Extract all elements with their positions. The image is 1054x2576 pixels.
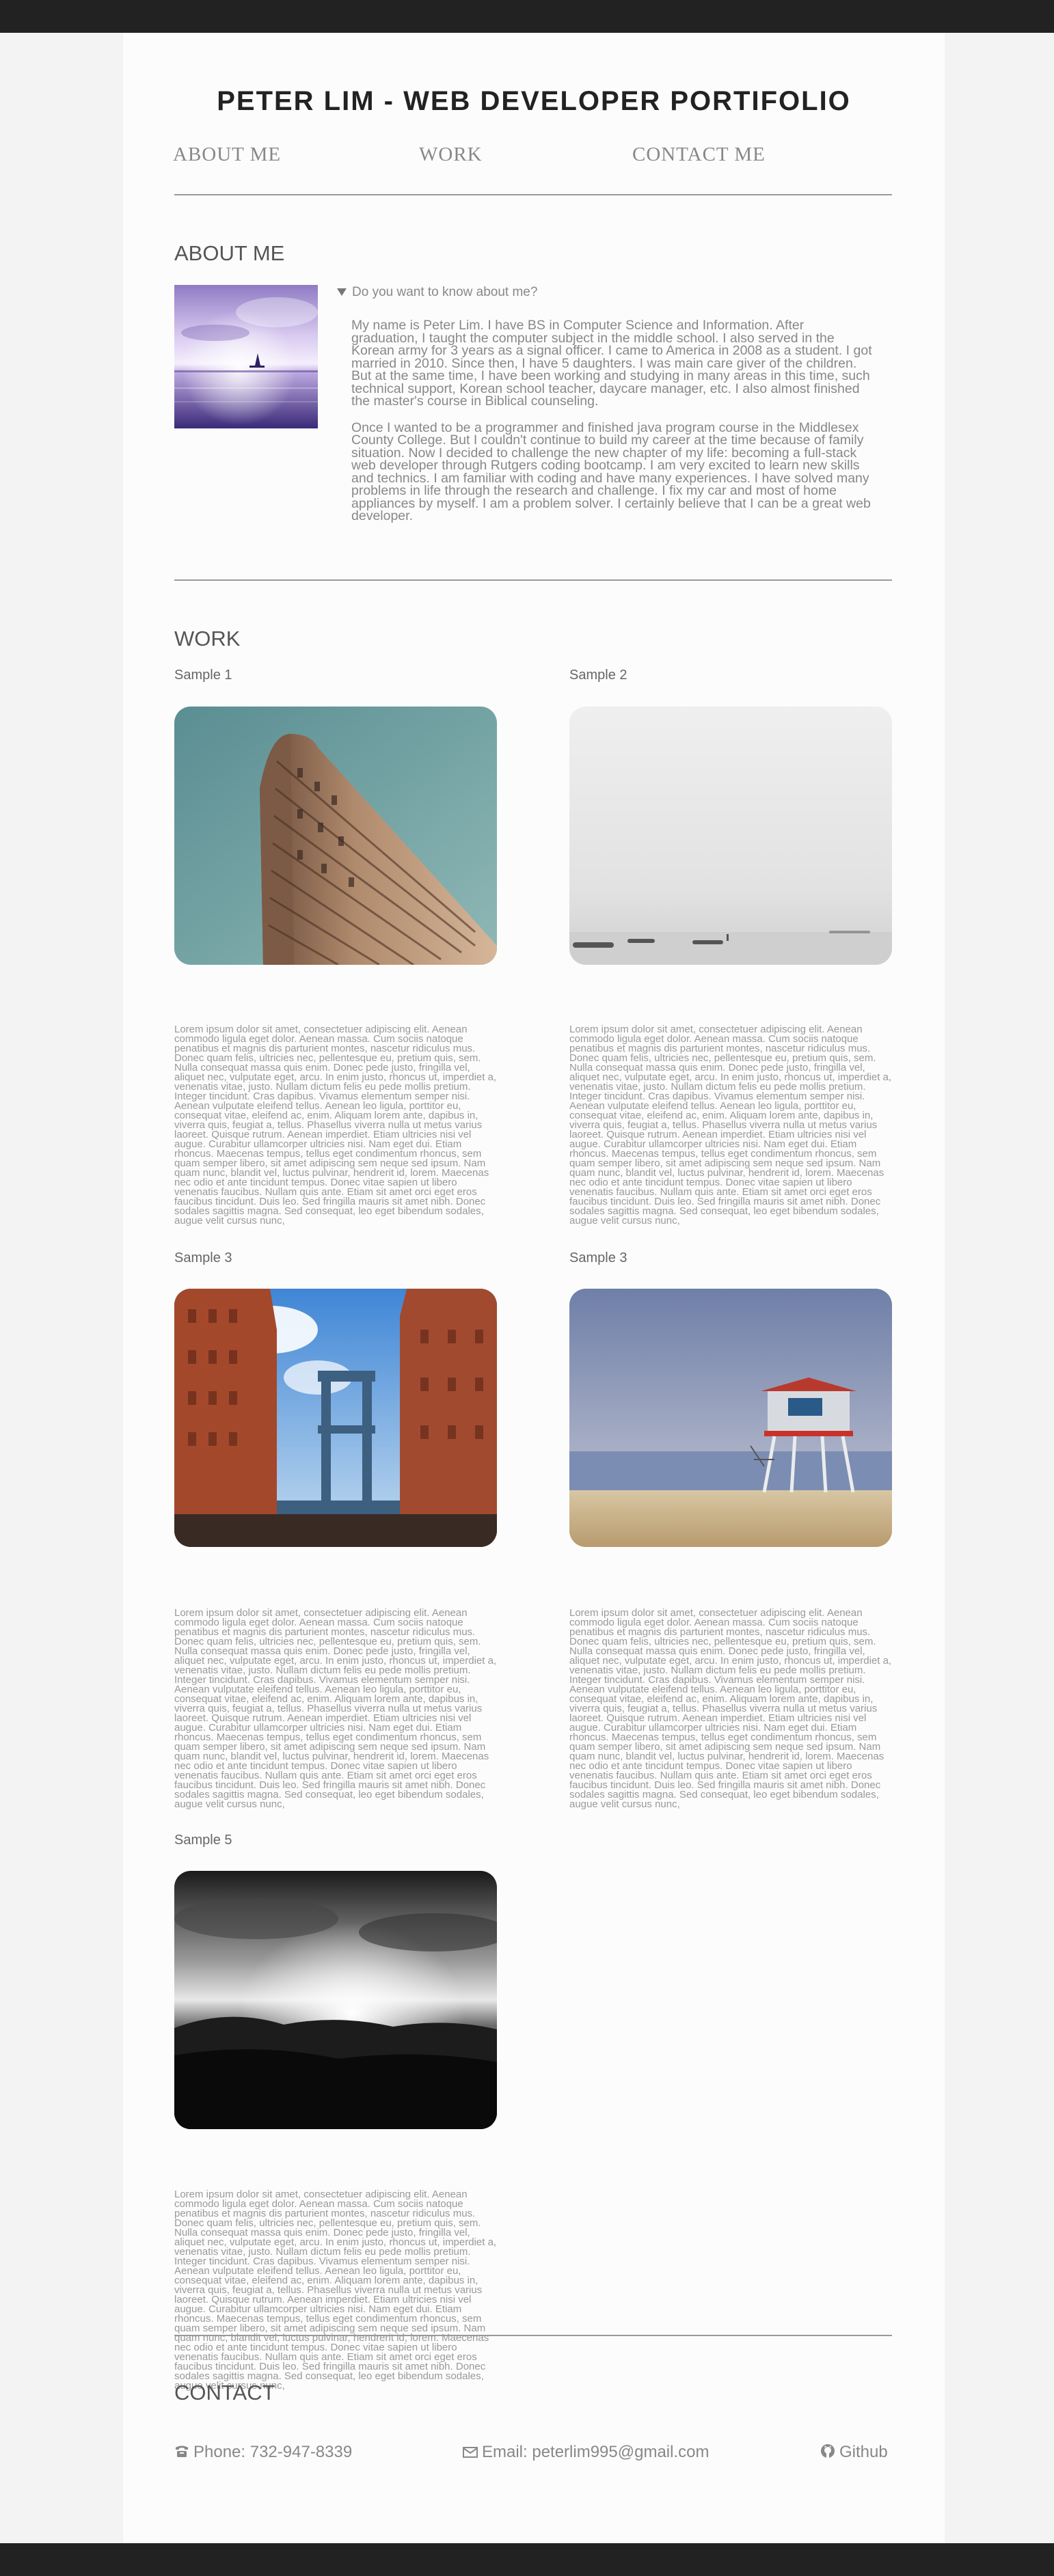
- sample-image[interactable]: [569, 1289, 892, 1547]
- work-heading: WORK: [174, 627, 241, 650]
- sample-description: Lorem ipsum dolor sit amet, consectetuer…: [174, 1607, 497, 1810]
- contact-email[interactable]: Email: peterlim995@gmail.com: [463, 2443, 709, 2462]
- misty-harbor-image: [569, 707, 892, 965]
- phone-icon: [176, 2445, 188, 2457]
- sample-label: Sample 5: [174, 1833, 232, 1848]
- contact-heading: CONTACT: [174, 2381, 275, 2404]
- github-icon: [821, 2444, 835, 2458]
- sample-description: Lorem ipsum dolor sit amet, consectetuer…: [569, 1024, 892, 1227]
- main-nav: ABOUT ME WORK CONTACT ME: [173, 143, 876, 171]
- about-question-label: Do you want to know about me?: [352, 285, 538, 299]
- bottom-bar: [0, 2543, 1054, 2576]
- sample-description: Lorem ipsum dolor sit amet, consectetuer…: [174, 1024, 497, 1227]
- contact-phone-label: Phone: 732-947-8339: [193, 2443, 353, 2461]
- sample-label: Sample 3: [174, 1250, 232, 1265]
- flatiron-building-image: [174, 707, 497, 965]
- sample-description: Lorem ipsum dolor sit amet, consectetuer…: [569, 1607, 892, 1810]
- divider: [174, 579, 892, 581]
- contact-github[interactable]: Github: [820, 2443, 888, 2462]
- about-paragraph: Once I wanted to be a programmer and fin…: [351, 420, 871, 523]
- about-disclosure-toggle[interactable]: Do you want to know about me?: [337, 285, 537, 300]
- sample-label: Sample 1: [174, 668, 232, 683]
- lifeguard-tower-image: [569, 1289, 892, 1547]
- contact-github-label: Github: [839, 2443, 888, 2461]
- contact-email-label: Email: peterlim995@gmail.com: [482, 2443, 710, 2461]
- envelope-icon: [463, 2447, 478, 2458]
- site-title: PETER LIM - WEB DEVELOPER PORTIFOLIO: [217, 86, 851, 116]
- manhattan-bridge-image: [174, 1289, 497, 1547]
- nav-contact-me[interactable]: CONTACT ME: [632, 143, 766, 166]
- sample-label: Sample 2: [569, 668, 627, 683]
- sample-image[interactable]: [174, 707, 497, 965]
- about-photo: [174, 285, 318, 428]
- bw-landscape-image: [174, 1871, 497, 2129]
- sample-description: Lorem ipsum dolor sit amet, consectetuer…: [174, 2189, 497, 2392]
- top-bar: [0, 0, 1054, 33]
- nav-about-me[interactable]: ABOUT ME: [173, 143, 281, 166]
- about-heading: ABOUT ME: [174, 241, 285, 265]
- contact-phone[interactable]: Phone: 732-947-8339: [174, 2443, 352, 2462]
- divider: [174, 194, 892, 195]
- sample-image[interactable]: [569, 707, 892, 965]
- divider: [174, 2335, 892, 2336]
- sunset-lake-image: [174, 285, 318, 428]
- about-paragraph: My name is Peter Lim. I have BS in Compu…: [351, 318, 872, 409]
- sample-image[interactable]: [174, 1871, 497, 2129]
- page-container: PETER LIM - WEB DEVELOPER PORTIFOLIO ABO…: [123, 33, 945, 2543]
- triangle-down-icon: [337, 288, 347, 297]
- sample-label: Sample 3: [569, 1250, 627, 1265]
- about-text: My name is Peter Lim. I have BS in Compu…: [351, 318, 872, 536]
- sample-image[interactable]: [174, 1289, 497, 1547]
- nav-work[interactable]: WORK: [419, 143, 483, 166]
